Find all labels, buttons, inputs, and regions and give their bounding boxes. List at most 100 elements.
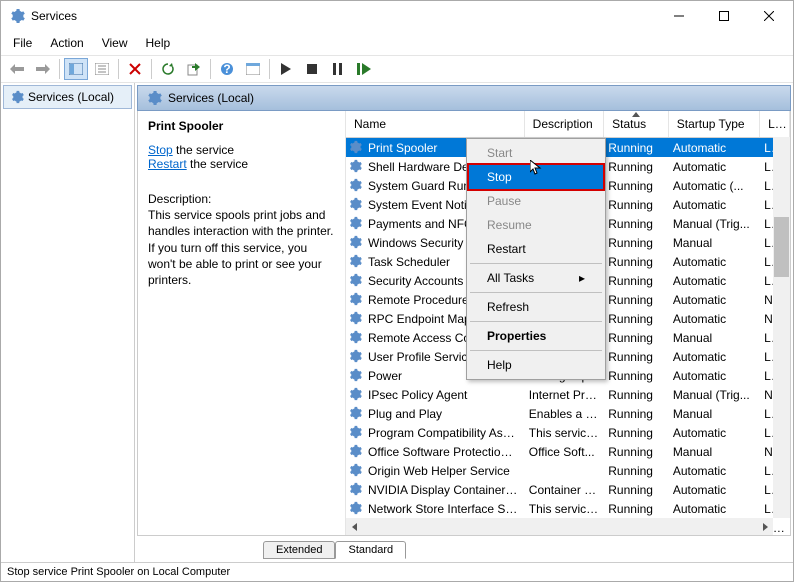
table-row[interactable]: Office Software Protection ... Office So… <box>346 442 790 461</box>
cell-name: Plug and Play <box>364 407 525 421</box>
cell-name: IPsec Policy Agent <box>364 388 525 402</box>
cell-status: Running <box>604 369 669 383</box>
stop-service-button[interactable] <box>300 58 324 80</box>
ctx-help[interactable]: Help <box>469 353 603 377</box>
cell-desc: Enables a c... <box>525 407 604 421</box>
scroll-left-icon[interactable] <box>346 518 363 535</box>
back-button[interactable] <box>5 58 29 80</box>
table-row[interactable]: IPsec Policy Agent Internet Pro... Runni… <box>346 385 790 404</box>
cell-desc: Office Soft... <box>525 445 604 459</box>
cell-status: Running <box>604 350 669 364</box>
cell-desc: Internet Pro... <box>525 388 604 402</box>
pause-service-button[interactable] <box>326 58 350 80</box>
menu-help[interactable]: Help <box>138 33 179 53</box>
cell-name: Program Compatibility Assi... <box>364 426 525 440</box>
gear-icon <box>146 90 162 106</box>
scroll-right-icon[interactable] <box>756 518 773 535</box>
cell-name: Office Software Protection ... <box>364 445 525 459</box>
selected-service-title: Print Spooler <box>148 119 335 133</box>
submenu-arrow-icon: ▸ <box>579 271 585 285</box>
refresh-button[interactable] <box>156 58 180 80</box>
cell-startup: Automatic <box>669 293 760 307</box>
tab-strip: Extended Standard <box>263 540 791 558</box>
tab-standard[interactable]: Standard <box>335 541 406 559</box>
sort-asc-icon <box>632 112 640 117</box>
gear-icon <box>348 330 364 346</box>
restart-service-button[interactable] <box>352 58 376 80</box>
ctx-all-tasks[interactable]: All Tasks▸ <box>469 266 603 290</box>
forward-button[interactable] <box>31 58 55 80</box>
cell-name: NVIDIA Display Container LS <box>364 483 525 497</box>
cell-startup: Automatic <box>669 255 760 269</box>
table-row[interactable]: Program Compatibility Assi... This servi… <box>346 423 790 442</box>
start-service-button[interactable] <box>274 58 298 80</box>
cell-name: Origin Web Helper Service <box>364 464 525 478</box>
cell-status: Running <box>604 160 669 174</box>
col-startup-type[interactable]: Startup Type <box>669 111 760 137</box>
services-list: Name Description Status Startup Type Log… <box>346 111 790 535</box>
gear-icon <box>348 501 364 517</box>
menu-view[interactable]: View <box>94 33 136 53</box>
cell-startup: Automatic <box>669 160 760 174</box>
titlebar: Services <box>1 1 793 31</box>
ctx-restart[interactable]: Restart <box>469 237 603 261</box>
tab-extended[interactable]: Extended <box>263 541 335 559</box>
cell-startup: Automatic (... <box>669 179 760 193</box>
restart-link[interactable]: Restart <box>148 157 187 171</box>
cell-desc: This service ... <box>525 502 604 516</box>
vertical-scrollbar[interactable] <box>773 137 790 518</box>
table-row[interactable]: NVIDIA Display Container LS Container s.… <box>346 480 790 499</box>
minimize-button[interactable] <box>656 1 701 31</box>
ctx-properties[interactable]: Properties <box>469 324 603 348</box>
content-header: Services (Local) <box>137 85 791 111</box>
content-header-title: Services (Local) <box>168 91 254 105</box>
table-row[interactable]: Network Store Interface Ser... This serv… <box>346 499 790 518</box>
cell-status: Running <box>604 445 669 459</box>
properties-button[interactable] <box>90 58 114 80</box>
col-log-on-as[interactable]: Log <box>760 111 790 137</box>
desc-label: Description: <box>148 191 335 207</box>
col-description[interactable]: Description <box>525 111 604 137</box>
menu-file[interactable]: File <box>5 33 40 53</box>
gear-icon <box>348 216 364 232</box>
cell-status: Running <box>604 274 669 288</box>
toolbar: ? <box>1 55 793 83</box>
cell-startup: Automatic <box>669 312 760 326</box>
services-icon <box>9 8 25 24</box>
cell-desc: This service ... <box>525 426 604 440</box>
delete-button[interactable] <box>123 58 147 80</box>
gear-icon <box>348 482 364 498</box>
cell-status: Running <box>604 293 669 307</box>
cell-startup: Automatic <box>669 198 760 212</box>
context-menu: Start Stop Pause Resume Restart All Task… <box>466 138 606 380</box>
cell-startup: Automatic <box>669 141 760 155</box>
horizontal-scrollbar[interactable] <box>346 518 773 535</box>
cell-startup: Automatic <box>669 426 760 440</box>
table-row[interactable]: Plug and Play Enables a c... Running Man… <box>346 404 790 423</box>
stop-link[interactable]: Stop <box>148 143 173 157</box>
menu-action[interactable]: Action <box>42 33 91 53</box>
close-button[interactable] <box>746 1 791 31</box>
cell-status: Running <box>604 464 669 478</box>
nav-services-local[interactable]: Services (Local) <box>3 85 132 109</box>
new-window-button[interactable] <box>241 58 265 80</box>
ctx-stop[interactable]: Stop <box>469 165 603 189</box>
cell-name: Network Store Interface Ser... <box>364 502 525 516</box>
col-status[interactable]: Status <box>604 111 669 137</box>
menubar: File Action View Help <box>1 31 793 55</box>
col-name[interactable]: Name <box>346 111 525 137</box>
cell-status: Running <box>604 502 669 516</box>
cell-status: Running <box>604 236 669 250</box>
table-row[interactable]: Origin Web Helper Service Running Automa… <box>346 461 790 480</box>
cell-status: Running <box>604 407 669 421</box>
gear-icon <box>348 425 364 441</box>
svg-text:?: ? <box>223 62 230 76</box>
show-hide-tree-button[interactable] <box>64 58 88 80</box>
maximize-button[interactable] <box>701 1 746 31</box>
cell-startup: Automatic <box>669 369 760 383</box>
export-button[interactable] <box>182 58 206 80</box>
cell-status: Running <box>604 198 669 212</box>
help-button[interactable]: ? <box>215 58 239 80</box>
ctx-refresh[interactable]: Refresh <box>469 295 603 319</box>
gear-icon <box>348 349 364 365</box>
